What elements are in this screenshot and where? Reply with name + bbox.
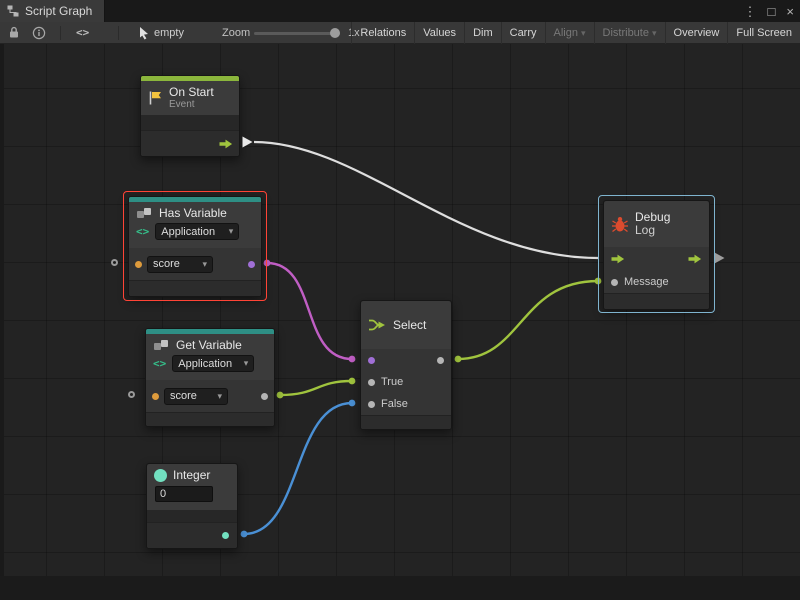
true-port-label: True xyxy=(381,376,403,388)
graph-canvas[interactable]: On Start Event xyxy=(0,44,800,600)
chevron-down-icon: ▾ xyxy=(202,259,207,270)
dim-button[interactable]: Dim xyxy=(464,22,501,44)
variable-name-port[interactable] xyxy=(135,261,142,268)
false-input-port[interactable] xyxy=(368,401,375,408)
variables-icon xyxy=(136,207,153,220)
true-input-port[interactable] xyxy=(368,379,375,386)
carry-button[interactable]: Carry xyxy=(501,22,545,44)
node-title: Get Variable xyxy=(176,339,242,352)
select-branch-icon xyxy=(368,318,387,332)
node-select[interactable]: Select True False xyxy=(360,300,452,430)
chevron-down-icon: ▾ xyxy=(581,28,586,39)
flow-connection-triangle[interactable] xyxy=(242,136,253,148)
value-output-port[interactable] xyxy=(261,393,268,400)
condition-input-port[interactable] xyxy=(368,357,375,364)
wire-getvariable-to-select-true xyxy=(280,381,352,395)
overview-button[interactable]: Overview xyxy=(665,22,728,44)
selection-output-port[interactable] xyxy=(437,357,444,364)
graph-pointer-label: empty xyxy=(154,27,184,39)
variables-icon xyxy=(153,339,170,352)
aot-icon: <> xyxy=(136,225,149,238)
menu-kebab-icon[interactable]: ⋮ xyxy=(744,5,757,18)
false-port-label: False xyxy=(381,398,408,410)
align-button[interactable]: Align▾ xyxy=(545,22,594,44)
integer-value-input[interactable]: 0 xyxy=(155,486,213,502)
unconnected-input-port[interactable] xyxy=(128,391,135,398)
node-subtitle: Event xyxy=(169,99,214,110)
toolbar: <> empty Zoom 1x Relations Values Dim Ca… xyxy=(0,22,800,44)
info-icon[interactable] xyxy=(32,26,46,40)
toolbar-separator xyxy=(60,26,61,40)
wire-select-to-log-message xyxy=(458,281,598,359)
toolbar-buttons: Relations Values Dim Carry Align▾ Distri… xyxy=(370,22,800,44)
wire-hasvariable-to-select xyxy=(267,263,352,359)
values-button[interactable]: Values xyxy=(414,22,464,44)
script-graph-icon xyxy=(7,5,19,17)
aot-icon: <> xyxy=(153,357,166,370)
tab-script-graph[interactable]: Script Graph xyxy=(0,0,105,22)
chevron-down-icon: ▾ xyxy=(217,391,222,402)
node-integer[interactable]: Integer 0 xyxy=(146,463,238,549)
zoom-label: Zoom xyxy=(222,27,250,39)
node-debug-log[interactable]: Debug Log Message xyxy=(603,200,710,310)
toolbar-separator xyxy=(118,26,119,40)
variable-scope-dropdown[interactable]: Application ▾ xyxy=(172,355,254,372)
node-title: Integer xyxy=(173,469,210,482)
flow-continuation-triangle[interactable] xyxy=(714,252,725,264)
chevron-down-icon: ▾ xyxy=(244,358,249,369)
code-view-icon[interactable]: <> xyxy=(76,26,89,39)
flow-output-port[interactable] xyxy=(688,254,702,264)
tab-title: Script Graph xyxy=(25,4,92,18)
distribute-button[interactable]: Distribute▾ xyxy=(594,22,665,44)
node-title: Select xyxy=(393,319,426,332)
chevron-down-icon: ▾ xyxy=(229,226,234,237)
cursor-icon xyxy=(138,26,150,40)
variable-name-dropdown[interactable]: score ▾ xyxy=(147,256,213,273)
node-get-variable[interactable]: Get Variable <> Application ▾ score ▾ xyxy=(145,328,275,427)
maximize-icon[interactable]: □ xyxy=(768,5,776,18)
zoom-slider[interactable] xyxy=(254,32,340,35)
bug-icon xyxy=(611,216,629,233)
message-port-label: Message xyxy=(624,276,669,288)
wire-flow-onstart-to-log xyxy=(254,142,598,258)
message-input-port[interactable] xyxy=(611,279,618,286)
node-on-start[interactable]: On Start Event xyxy=(140,75,240,157)
node-subtitle: Log xyxy=(635,224,670,237)
variable-scope-dropdown[interactable]: Application ▾ xyxy=(155,223,239,240)
lock-icon[interactable] xyxy=(8,26,20,39)
node-has-variable[interactable]: Has Variable <> Application ▾ score ▾ xyxy=(128,196,262,297)
graph-pointer: empty xyxy=(138,22,184,44)
integer-output-port[interactable] xyxy=(222,532,229,539)
relations-button[interactable]: Relations xyxy=(351,22,414,44)
node-title: Has Variable xyxy=(159,207,227,220)
canvas-edge-left xyxy=(0,44,4,600)
unconnected-input-port[interactable] xyxy=(111,259,118,266)
bool-output-port[interactable] xyxy=(248,261,255,268)
zoom-slider-handle[interactable] xyxy=(330,28,340,38)
canvas-edge-bottom xyxy=(0,576,800,600)
variable-name-dropdown[interactable]: score ▾ xyxy=(164,388,228,405)
flow-input-port[interactable] xyxy=(611,254,625,264)
node-title: On Start xyxy=(169,86,214,99)
integer-icon xyxy=(154,469,167,482)
close-icon[interactable]: × xyxy=(786,5,794,18)
titlebar: Script Graph ⋮ □ × xyxy=(0,0,800,22)
flow-output-port[interactable] xyxy=(219,139,233,149)
full-screen-button[interactable]: Full Screen xyxy=(727,22,800,44)
chevron-down-icon: ▾ xyxy=(652,28,657,39)
script-graph-window: Script Graph ⋮ □ × <> empty Zoom xyxy=(0,0,800,600)
variable-name-port[interactable] xyxy=(152,393,159,400)
window-controls: ⋮ □ × xyxy=(744,0,794,22)
flag-icon xyxy=(148,90,163,106)
